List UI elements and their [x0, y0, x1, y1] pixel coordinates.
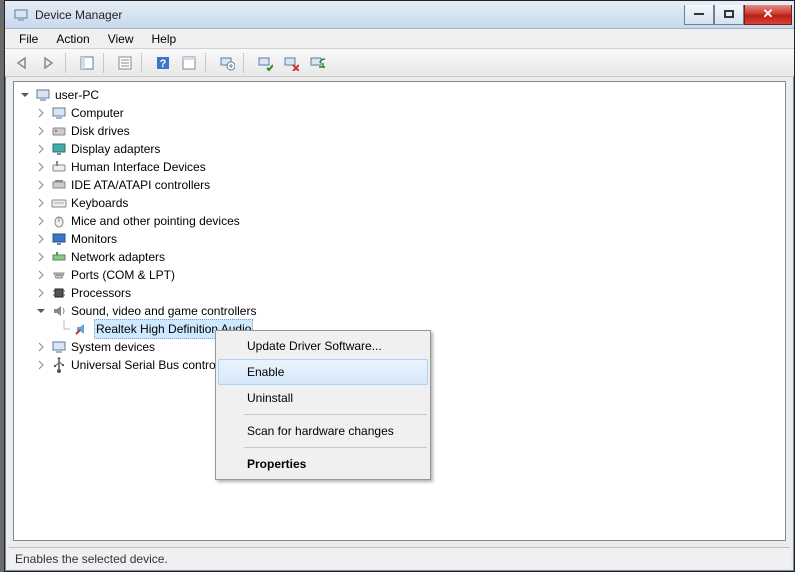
expand-icon[interactable] [36, 270, 47, 281]
system-icon [51, 339, 67, 355]
processor-icon [51, 285, 67, 301]
expand-icon[interactable] [36, 252, 47, 263]
usb-icon [51, 357, 67, 373]
properties-button[interactable] [113, 51, 137, 75]
expand-icon[interactable] [36, 180, 47, 191]
expand-icon[interactable] [36, 108, 47, 119]
show-hide-tree-button[interactable] [75, 51, 99, 75]
tree-item-keyboards[interactable]: Keyboards [20, 194, 779, 212]
context-scan-hardware[interactable]: Scan for hardware changes [218, 418, 428, 444]
update-driver-button[interactable] [215, 51, 239, 75]
context-separator [244, 414, 427, 415]
menu-file[interactable]: File [11, 30, 46, 48]
close-button[interactable]: ✕ [744, 5, 792, 25]
menu-help[interactable]: Help [144, 30, 185, 48]
titlebar[interactable]: Device Manager ✕ [5, 1, 794, 29]
monitor-icon [51, 231, 67, 247]
ports-icon [51, 267, 67, 283]
context-separator [244, 447, 427, 448]
minimize-button[interactable] [684, 5, 714, 25]
device-manager-window: Device Manager ✕ File Action View Help ? [4, 0, 795, 572]
expand-icon[interactable] [36, 234, 47, 245]
mouse-icon [51, 213, 67, 229]
context-menu: Update Driver Software... Enable Uninsta… [215, 330, 431, 480]
toolbar-separator [141, 53, 147, 73]
expand-icon[interactable] [36, 360, 47, 371]
tree-root-row[interactable]: user-PC [20, 86, 779, 104]
maximize-button[interactable] [714, 5, 744, 25]
toolbar-separator [205, 53, 211, 73]
expand-icon[interactable] [36, 144, 47, 155]
status-text: Enables the selected device. [15, 552, 168, 566]
tree-item-processors[interactable]: Processors [20, 284, 779, 302]
tree-line [58, 320, 70, 338]
toolbar-separator [103, 53, 109, 73]
tree-item-network[interactable]: Network adapters [20, 248, 779, 266]
audio-device-icon [74, 321, 90, 337]
computer-icon [35, 87, 51, 103]
hid-icon [51, 159, 67, 175]
menu-view[interactable]: View [100, 30, 142, 48]
computer-category-icon [51, 105, 67, 121]
expand-icon[interactable] [36, 342, 47, 353]
network-icon [51, 249, 67, 265]
collapse-icon[interactable] [20, 90, 31, 101]
enable-button[interactable] [253, 51, 277, 75]
expand-icon[interactable] [36, 198, 47, 209]
tree-item-sound[interactable]: Sound, video and game controllers [20, 302, 779, 320]
tree-root-label: user-PC [55, 86, 99, 104]
expand-icon[interactable] [36, 162, 47, 173]
keyboard-icon [51, 195, 67, 211]
toolbar: ? [5, 49, 794, 77]
collapse-icon[interactable] [36, 306, 47, 317]
tree-item-hid[interactable]: Human Interface Devices [20, 158, 779, 176]
menubar: File Action View Help [5, 29, 794, 49]
expand-icon[interactable] [36, 126, 47, 137]
back-button[interactable] [11, 51, 35, 75]
expand-icon[interactable] [36, 216, 47, 227]
display-icon [51, 141, 67, 157]
svg-text:?: ? [160, 58, 167, 70]
window-title: Device Manager [35, 8, 122, 22]
menu-action[interactable]: Action [48, 30, 97, 48]
ide-icon [51, 177, 67, 193]
disk-icon [51, 123, 67, 139]
uninstall-button[interactable] [279, 51, 303, 75]
view-button[interactable] [177, 51, 201, 75]
tree-item-monitors[interactable]: Monitors [20, 230, 779, 248]
forward-button[interactable] [37, 51, 61, 75]
toolbar-separator [243, 53, 249, 73]
help-button[interactable]: ? [151, 51, 175, 75]
toolbar-separator [65, 53, 71, 73]
context-update-driver[interactable]: Update Driver Software... [218, 333, 428, 359]
tree-item-computer[interactable]: Computer [20, 104, 779, 122]
tree-item-ports[interactable]: Ports (COM & LPT) [20, 266, 779, 284]
context-uninstall[interactable]: Uninstall [218, 385, 428, 411]
scan-hardware-button[interactable] [305, 51, 329, 75]
expand-icon[interactable] [36, 288, 47, 299]
tree-item-disk-drives[interactable]: Disk drives [20, 122, 779, 140]
context-properties[interactable]: Properties [218, 451, 428, 477]
tree-item-display-adapters[interactable]: Display adapters [20, 140, 779, 158]
statusbar: Enables the selected device. [9, 547, 790, 569]
app-icon [13, 7, 29, 23]
tree-item-mice[interactable]: Mice and other pointing devices [20, 212, 779, 230]
window-controls: ✕ [684, 5, 794, 25]
sound-icon [51, 303, 67, 319]
tree-item-ide[interactable]: IDE ATA/ATAPI controllers [20, 176, 779, 194]
context-enable[interactable]: Enable [218, 359, 428, 385]
